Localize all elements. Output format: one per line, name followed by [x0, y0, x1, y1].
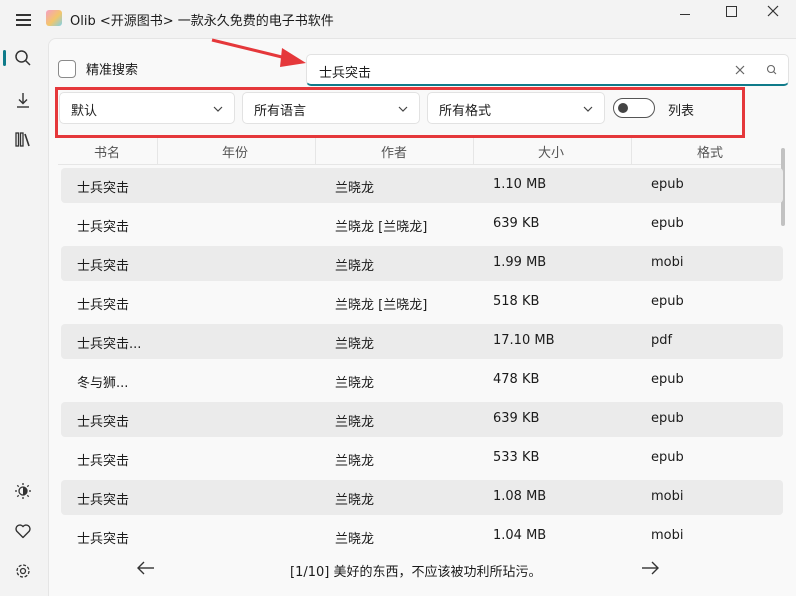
exact-search-checkbox[interactable]	[58, 59, 76, 78]
cell-author: 兰晓龙	[335, 454, 375, 469]
annotation-highlight-box	[55, 87, 745, 138]
cell-author: 兰晓龙	[335, 415, 375, 430]
table-row[interactable]: 士兵突击 兰晓龙 1.99 MB mobi	[61, 246, 783, 281]
table-row[interactable]: 士兵突击 兰晓龙 1.10 MB epub	[61, 168, 783, 203]
cell-title: 士兵突击	[77, 259, 130, 274]
cell-author: 兰晓龙 [兰晓龙]	[335, 220, 428, 235]
cell-format: epub	[651, 294, 684, 309]
table-header: 书名 年份 作者 大小 格式	[58, 138, 784, 165]
table-row[interactable]: 士兵突击 兰晓龙 [兰晓龙] 639 KB epub	[61, 207, 783, 242]
cell-title: 士兵突击	[77, 220, 130, 235]
cell-author: 兰晓龙	[335, 337, 375, 352]
cell-author: 兰晓龙 [兰晓龙]	[335, 298, 428, 313]
title-bar: Olib <开源图书> 一款永久免费的电子书软件	[0, 0, 796, 38]
theme-icon	[15, 483, 31, 499]
cell-title: 士兵突击	[77, 454, 130, 469]
theme-toggle-button[interactable]	[8, 476, 38, 506]
table-row[interactable]: 士兵突击 兰晓龙 639 KB epub	[61, 402, 783, 437]
annotation-arrow	[211, 38, 306, 67]
cell-size: 533 KB	[493, 450, 540, 465]
heart-icon	[15, 524, 31, 539]
cell-author: 兰晓龙	[335, 493, 375, 508]
table-row[interactable]: 士兵突击 兰晓龙 [兰晓龙] 518 KB epub	[61, 285, 783, 320]
exact-search-option[interactable]: 精准搜索	[58, 59, 138, 78]
cell-author: 兰晓龙	[335, 181, 375, 196]
search-input-value[interactable]: 士兵突击	[319, 62, 371, 81]
cell-title: 冬与狮...	[77, 376, 129, 391]
exact-search-label: 精准搜索	[86, 63, 139, 78]
cell-size: 518 KB	[493, 294, 540, 309]
column-header-year[interactable]: 年份	[222, 142, 248, 161]
cell-format: epub	[651, 450, 684, 465]
maximize-button[interactable]	[708, 0, 754, 30]
column-header-size[interactable]: 大小	[538, 142, 564, 161]
cell-format: epub	[651, 177, 684, 192]
app-logo-icon	[46, 10, 62, 26]
clear-icon[interactable]	[731, 61, 749, 79]
cell-size: 1.08 MB	[493, 489, 547, 504]
cell-size: 17.10 MB	[493, 333, 555, 348]
close-window-button[interactable]	[750, 0, 796, 30]
cell-author: 兰晓龙	[335, 259, 375, 274]
cell-title: 士兵突击...	[77, 337, 142, 352]
settings-button[interactable]	[8, 556, 38, 586]
table-row[interactable]: 士兵突击... 兰晓龙 17.10 MB pdf	[61, 324, 783, 359]
window-title: Olib <开源图书> 一款永久免费的电子书软件	[70, 14, 334, 29]
table-row[interactable]: 士兵突击 兰晓龙 1.08 MB mobi	[61, 480, 783, 515]
cell-format: epub	[651, 411, 684, 426]
cell-author: 兰晓龙	[335, 532, 375, 547]
column-header-title[interactable]: 书名	[94, 142, 120, 161]
gear-icon	[16, 564, 30, 578]
close-icon	[767, 5, 779, 17]
cell-size: 639 KB	[493, 411, 540, 426]
download-icon	[17, 93, 29, 108]
menu-icon[interactable]	[8, 6, 38, 32]
nav-library-button[interactable]	[8, 124, 38, 154]
nav-search-button[interactable]	[8, 43, 38, 73]
cell-title: 士兵突击	[77, 493, 130, 508]
next-arrow-icon[interactable]	[636, 556, 664, 580]
cell-title: 士兵突击	[77, 181, 130, 196]
cell-title: 士兵突击	[77, 298, 130, 313]
search-input[interactable]: 士兵突击	[306, 54, 789, 86]
footer-bar: [1/10] 美好的东西，不应该被功利所玷污。	[58, 546, 784, 592]
cell-format: mobi	[651, 489, 684, 504]
search-icon	[15, 50, 31, 66]
cell-format: epub	[651, 216, 684, 231]
nav-download-button[interactable]	[8, 85, 38, 115]
cell-size: 1.04 MB	[493, 528, 547, 543]
previous-arrow-icon[interactable]	[132, 556, 160, 580]
cell-format: mobi	[651, 255, 684, 270]
active-nav-indicator	[3, 50, 6, 66]
table-row[interactable]: 冬与狮... 兰晓龙 478 KB epub	[61, 363, 783, 398]
minimize-button[interactable]	[662, 0, 708, 30]
cell-title: 士兵突击	[77, 415, 130, 430]
cell-author: 兰晓龙	[335, 376, 375, 391]
cell-format: mobi	[651, 528, 684, 543]
cell-size: 478 KB	[493, 372, 540, 387]
library-icon	[15, 132, 30, 147]
table-row[interactable]: 士兵突击 兰晓龙 533 KB epub	[61, 441, 783, 476]
quote-text: [1/10] 美好的东西，不应该被功利所玷污。	[290, 565, 542, 580]
cell-format: epub	[651, 372, 684, 387]
cell-title: 士兵突击	[77, 532, 130, 547]
search-submit-icon[interactable]	[763, 61, 781, 79]
cell-size: 1.99 MB	[493, 255, 547, 270]
column-header-format[interactable]: 格式	[697, 142, 723, 161]
favorites-button[interactable]	[8, 516, 38, 546]
cell-format: pdf	[651, 333, 673, 348]
cell-size: 639 KB	[493, 216, 540, 231]
cell-size: 1.10 MB	[493, 177, 547, 192]
column-header-author[interactable]: 作者	[381, 142, 407, 161]
